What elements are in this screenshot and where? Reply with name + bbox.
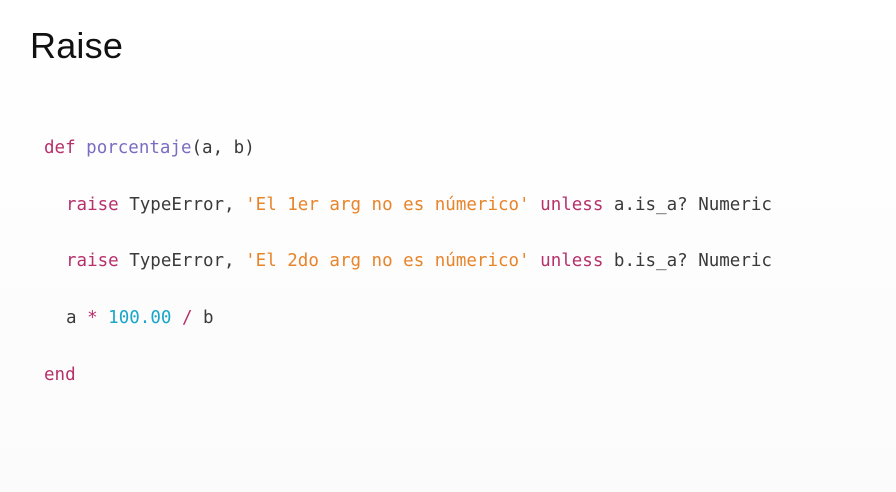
code-block: def porcentaje(a, b) raise TypeError, 'E… bbox=[44, 134, 772, 385]
variable-b: b bbox=[192, 308, 214, 328]
number-literal: 100.00 bbox=[108, 308, 172, 328]
slide: Raise def porcentaje(a, b) raise TypeErr… bbox=[0, 0, 896, 492]
condition: b.is_a? Numeric bbox=[603, 251, 772, 271]
slide-title: Raise bbox=[30, 25, 124, 66]
code-line-expression: a * 100.00 / b bbox=[44, 304, 214, 332]
operator-multiply: * bbox=[87, 308, 98, 328]
function-params: (a, b) bbox=[191, 138, 255, 158]
keyword-raise: raise bbox=[66, 195, 119, 215]
function-name: porcentaje bbox=[86, 138, 192, 158]
keyword-def: def bbox=[44, 138, 76, 158]
condition: a.is_a? Numeric bbox=[603, 195, 772, 215]
error-message: 'El 2do arg no es númerico' bbox=[245, 251, 530, 271]
keyword-raise: raise bbox=[66, 251, 119, 271]
code-line-end: end bbox=[44, 361, 76, 389]
operator-divide: / bbox=[181, 308, 193, 328]
keyword-unless: unless bbox=[540, 195, 604, 215]
keyword-end: end bbox=[44, 365, 76, 385]
code-line-raise-2: raise TypeError, 'El 2do arg no es númer… bbox=[44, 247, 772, 275]
code-line-raise-1: raise TypeError, 'El 1er arg no es númer… bbox=[44, 191, 772, 219]
error-message: 'El 1er arg no es númerico' bbox=[245, 195, 530, 215]
error-class: TypeError, bbox=[118, 195, 246, 215]
error-class: TypeError, bbox=[118, 251, 246, 271]
variable-a: a bbox=[66, 308, 88, 328]
code-line-def: def porcentaje(a, b) bbox=[44, 134, 255, 162]
keyword-unless: unless bbox=[540, 251, 604, 271]
